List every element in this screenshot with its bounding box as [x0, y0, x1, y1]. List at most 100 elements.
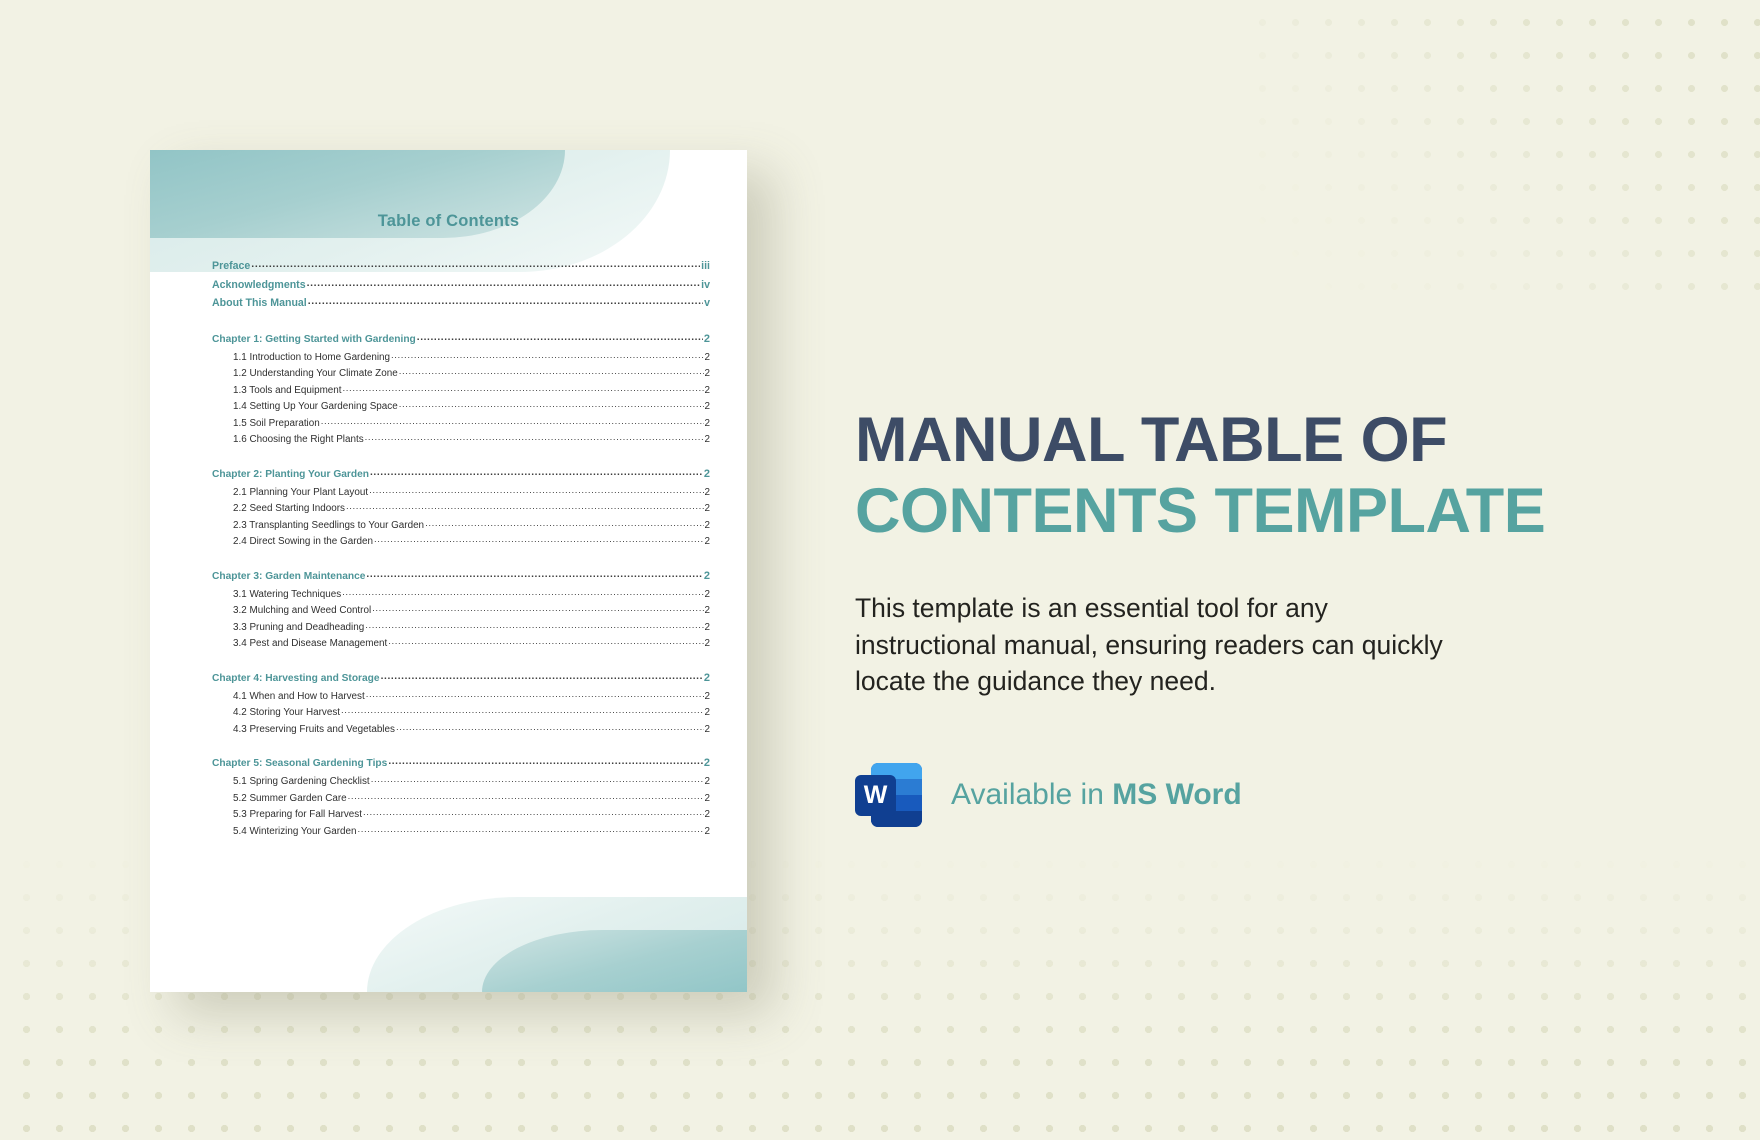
toc-section-page: 2: [704, 809, 711, 820]
dot-leader: [425, 518, 703, 529]
availability-label: Available in MS Word: [951, 778, 1242, 812]
dot-leader: [307, 277, 701, 289]
decorative-ribbon-bottom-right-front: [482, 930, 747, 992]
toc-section-page: 2: [704, 368, 711, 379]
toc-front-matter-page: iii: [701, 260, 710, 272]
toc-section-label: 4.1 When and How to Harvest: [233, 690, 365, 702]
toc-section-page: 2: [704, 638, 711, 649]
toc-section-row[interactable]: 4.3 Preserving Fruits and Vegetables 2: [212, 724, 710, 741]
toc-section-label: 3.4 Pest and Disease Management: [233, 638, 388, 649]
dot-leader: [342, 587, 703, 598]
toc-section-page: 2: [704, 417, 711, 429]
toc-section-page: 2: [704, 605, 711, 616]
dot-leader: [363, 807, 704, 818]
toc-section-label: 2.3 Transplanting Seedlings to Your Gard…: [233, 519, 425, 531]
toc-section-label: 2.2 Seed Starting Indoors: [233, 503, 345, 514]
dot-leader: [381, 671, 703, 682]
toc-section-row[interactable]: 5.4 Winterizing Your Garden 2: [212, 826, 710, 843]
dot-leader: [358, 824, 704, 835]
toc-chapter-groups: Chapter 1: Getting Started with Gardenin…: [212, 333, 710, 843]
dot-leader: [341, 705, 703, 716]
toc-section-label: 3.3 Pruning and Deadheading: [233, 621, 365, 633]
toc-heading: Table of Contents: [377, 212, 520, 230]
promo-description: This template is an essential tool for a…: [855, 593, 1443, 697]
toc-section-page: 2: [704, 621, 711, 633]
dot-leader: [365, 432, 704, 443]
toc-section-label: 1.5 Soil Preparation: [233, 417, 320, 429]
toc-section-label: 1.6 Choosing the Right Plants: [233, 434, 364, 445]
toc-chapter-group: Chapter 5: Seasonal Gardening Tips 2 5.1 S…: [212, 757, 710, 842]
toc-section-label: 1.1 Introduction to Home Gardening: [233, 351, 390, 363]
toc-chapter-page: 2: [703, 569, 710, 582]
dot-leader: [399, 399, 704, 410]
toc-chapter-page: 2: [703, 757, 710, 769]
toc-section-label: 1.2 Understanding Your Climate Zone: [233, 368, 398, 379]
toc-chapter-group: Chapter 3: Garden Maintenance 2 3.1 Wateri…: [212, 570, 710, 655]
dot-leader: [388, 756, 703, 767]
toc-section-page: 2: [704, 776, 711, 787]
toc-section-page: 2: [704, 536, 711, 547]
availability-row: W Available in MS Word: [855, 760, 1655, 830]
toc-section-row[interactable]: 3.4 Pest and Disease Management 2: [212, 638, 710, 655]
toc-chapter-title: Chapter 1: Getting Started with Gardenin…: [212, 333, 416, 345]
toc-chapter-title: Chapter 2: Planting Your Garden: [212, 468, 369, 480]
toc-section-label: 5.2 Summer Garden Care: [233, 792, 347, 804]
dot-leader: [321, 416, 704, 427]
availability-app-name: MS Word: [1112, 777, 1242, 811]
decorative-ribbon-top-left-back: [150, 150, 670, 272]
toc-chapter-page: 2: [703, 332, 710, 345]
dot-leader: [417, 332, 703, 343]
toc-section-page: 2: [704, 503, 711, 514]
toc-section-label: 5.3 Preparing for Fall Harvest: [233, 809, 362, 820]
toc-section-label: 5.4 Winterizing Your Garden: [233, 825, 357, 837]
dot-leader: [372, 603, 703, 614]
promo-panel: MANUAL TABLE OF CONTENTS TEMPLATE This t…: [855, 405, 1655, 830]
toc-section-label: 2.1 Planning Your Plant Layout: [233, 486, 369, 498]
dot-leader: [308, 295, 703, 307]
toc-section-page: 2: [704, 351, 711, 363]
dot-leader: [399, 366, 704, 377]
toc-chapter-group: Chapter 2: Planting Your Garden 2 2.1 Plan…: [212, 468, 710, 553]
document-page-preview[interactable]: Table of Contents Preface iii Acknowledgme…: [150, 150, 747, 992]
dot-leader: [391, 350, 704, 361]
toc-front-matter-label: Preface: [212, 260, 251, 272]
toc-front-matter-row[interactable]: About This Manual v: [212, 297, 710, 316]
toc-front-matter-group: Preface iii Acknowledgments iv About This Ma…: [212, 260, 710, 316]
toc-section-page: 2: [704, 486, 711, 498]
promo-title-line-2: CONTENTS TEMPLATE: [855, 475, 1546, 546]
toc-section-label: 4.2 Storing Your Harvest: [233, 707, 341, 718]
toc-section-label: 4.3 Preserving Fruits and Vegetables: [233, 723, 395, 735]
dot-leader: [348, 791, 704, 802]
dot-leader: [388, 636, 703, 647]
toc-section-row[interactable]: 2.4 Direct Sowing in the Garden 2: [212, 536, 710, 553]
availability-prefix: Available in: [951, 777, 1113, 811]
toc-chapter-page: 2: [703, 671, 710, 684]
toc-section-page: 2: [704, 588, 711, 600]
toc-section-label: 2.4 Direct Sowing in the Garden: [233, 536, 373, 547]
toc-section-page: 2: [704, 690, 711, 702]
toc-front-matter-label: About This Manual: [212, 297, 307, 309]
toc-chapter-group: Chapter 4: Harvesting and Storage 2 4.1 Wh…: [212, 672, 710, 741]
toc-front-matter-page: v: [704, 297, 710, 309]
dot-leader: [366, 689, 704, 700]
toc-section-label: 1.3 Tools and Equipment: [233, 384, 342, 396]
toc-section-page: 2: [704, 792, 711, 804]
toc-section-page: 2: [704, 434, 711, 445]
toc-chapter-title: Chapter 5: Seasonal Gardening Tips: [212, 758, 388, 769]
toc-section-page: 2: [704, 384, 711, 396]
toc-section-page: 2: [704, 825, 711, 837]
toc-section-page: 2: [704, 519, 711, 531]
dot-leader: [369, 485, 703, 496]
decorative-ribbon-bottom-right-back: [367, 897, 747, 992]
toc-section-page: 2: [704, 707, 711, 718]
dot-leader: [396, 722, 704, 733]
dot-leader: [374, 534, 704, 545]
toc-chapter-page: 2: [703, 467, 710, 480]
toc-section-page: 2: [704, 401, 711, 412]
toc-front-matter-label: Acknowledgments: [212, 278, 306, 291]
toc-chapter-title: Chapter 3: Garden Maintenance: [212, 570, 366, 582]
ms-word-icon-letter: W: [855, 774, 896, 816]
dot-leader: [366, 569, 702, 580]
toc-section-row[interactable]: 1.6 Choosing the Right Plants 2: [212, 434, 710, 451]
toc-chapter-group: Chapter 1: Getting Started with Gardenin…: [212, 333, 710, 451]
